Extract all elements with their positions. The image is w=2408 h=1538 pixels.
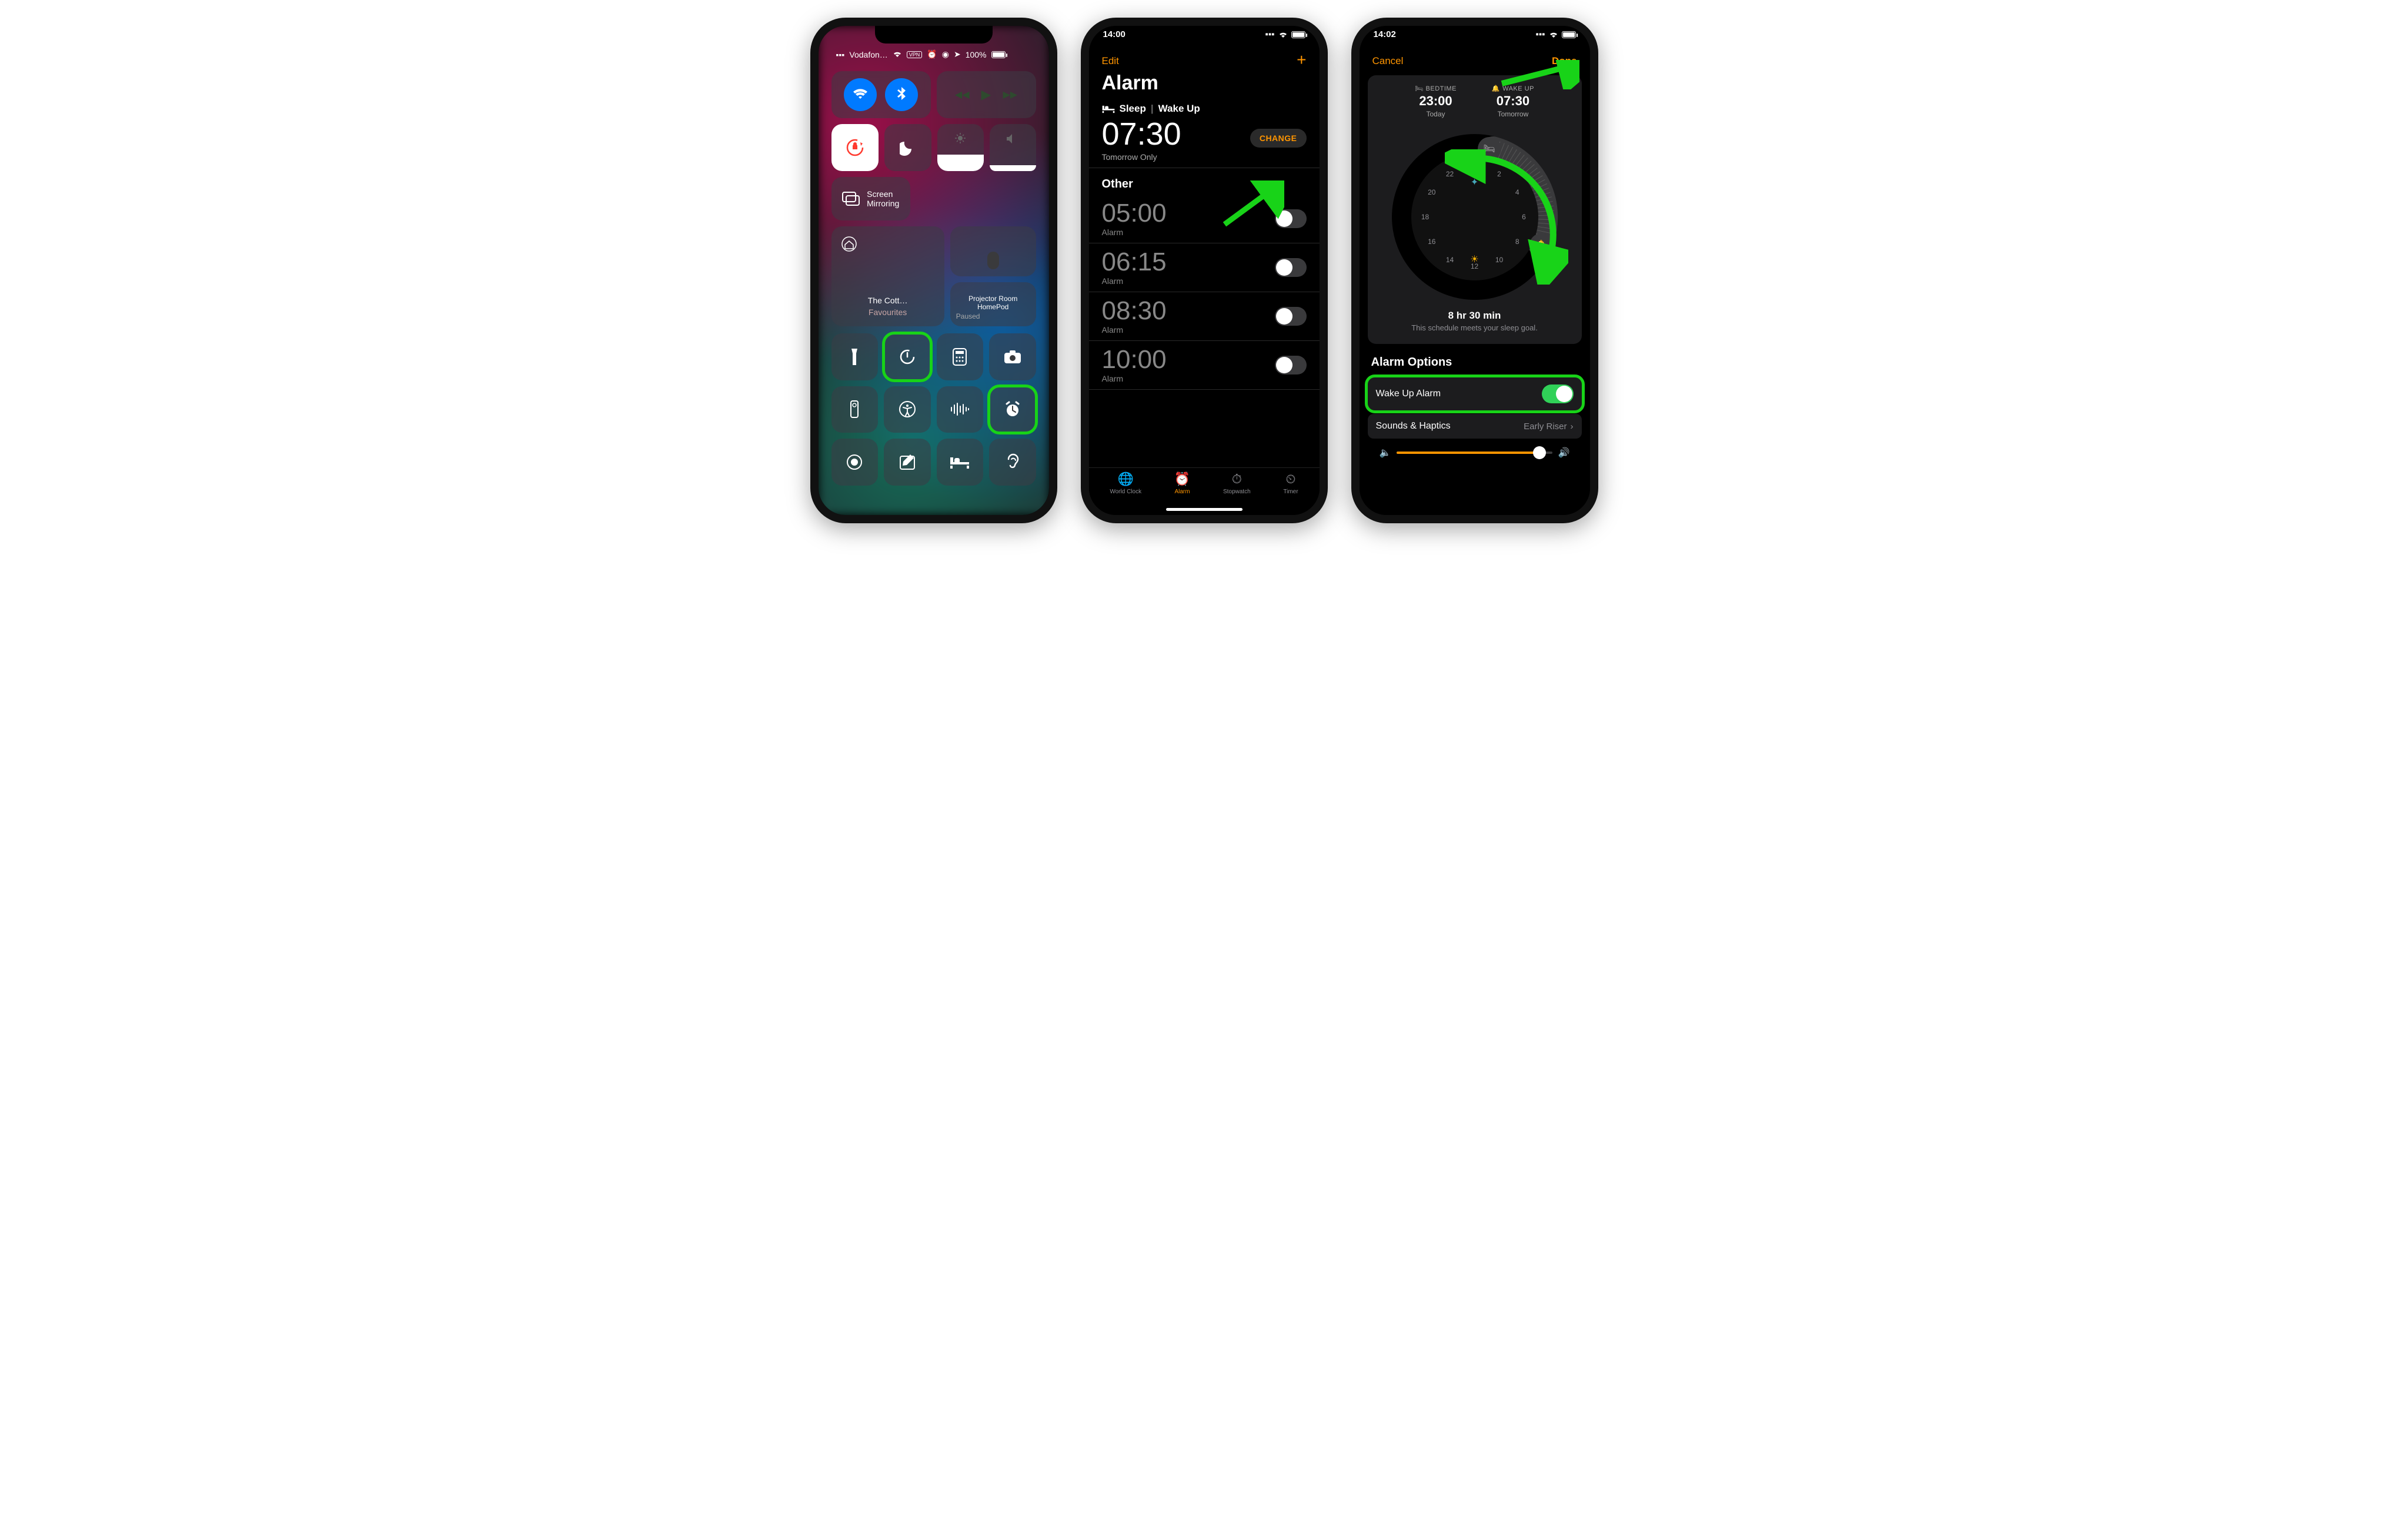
hearing-button[interactable] (989, 439, 1036, 486)
alarm-options-header: Alarm Options (1368, 356, 1582, 374)
wifi-toggle[interactable] (844, 78, 877, 111)
tab-world-clock[interactable]: 🌐World Clock (1110, 472, 1141, 495)
tab-timer[interactable]: ⏲Timer (1283, 472, 1298, 495)
phone-control-center: ▪▪▪ Vodafon… VPN ⏰ ◉ ➤ 100% (810, 18, 1057, 523)
volume-row[interactable]: 🔈 🔊 (1368, 441, 1582, 459)
alarm-clock-button[interactable] (989, 386, 1036, 433)
phone-edit-schedule: 14:02 ▪▪▪ Cancel Done 🛏BEDTIME 23:00 Tod… (1351, 18, 1598, 523)
edit-button[interactable]: Edit (1102, 55, 1119, 67)
alarm-row[interactable]: 08:30Alarm (1089, 292, 1320, 341)
chevron-right-icon: › (1571, 422, 1574, 432)
camera-button[interactable] (989, 333, 1036, 380)
tab-stopwatch[interactable]: ⏱Stopwatch (1223, 472, 1251, 495)
add-alarm-button[interactable]: + (1297, 55, 1306, 67)
bedtime-display: 🛏BEDTIME 23:00 Today (1415, 85, 1457, 118)
alarm-time: 05:00 (1102, 200, 1167, 226)
alarm-switch[interactable] (1275, 258, 1307, 277)
alarm-row[interactable]: 05:00 Alarm (1089, 195, 1320, 243)
volume-slider[interactable] (990, 124, 1036, 171)
clock-hour-label: 20 (1428, 188, 1435, 196)
wake-up-alarm-switch[interactable] (1542, 384, 1574, 403)
forward-icon[interactable]: ▶▶ (1003, 89, 1017, 101)
duration-label: 8 hr 30 min (1377, 310, 1572, 322)
alarm-row[interactable]: 06:15Alarm (1089, 243, 1320, 292)
change-button[interactable]: CHANGE (1250, 129, 1307, 148)
wake-up-alarm-row[interactable]: Wake Up Alarm (1368, 377, 1582, 410)
page-title: Alarm (1089, 67, 1320, 95)
projector-accessory[interactable]: Projector Room HomePod Paused (950, 282, 1036, 326)
orientation-lock[interactable] (831, 124, 879, 171)
accessibility-button[interactable] (884, 386, 931, 433)
alarm-label: Alarm (1102, 228, 1167, 237)
wake-up-alarm-label: Wake Up Alarm (1376, 389, 1441, 399)
location-icon: ➤ (954, 49, 961, 59)
phone-alarm-list: 14:00 ▪▪▪ Edit + Alarm Sleep | Wake Up 0… (1081, 18, 1328, 523)
annotation-curve-ring (1445, 149, 1568, 285)
wake-time: 07:30 (1102, 118, 1181, 150)
status-bar: ▪▪▪ Vodafon… VPN ⏰ ◉ ➤ 100% (831, 49, 1036, 59)
volume-high-icon: 🔊 (1558, 447, 1570, 459)
alarm-time: 10:00 (1102, 347, 1167, 373)
carrier-label: Vodafon… (849, 50, 887, 59)
tab-bar: 🌐World Clock ⏰Alarm ⏱Stopwatch ⏲Timer (1089, 467, 1320, 507)
bed-icon: 🛏 (1415, 85, 1423, 92)
tab-alarm[interactable]: ⏰Alarm (1174, 472, 1190, 495)
timer-button[interactable] (884, 333, 931, 380)
sleep-button[interactable] (937, 439, 984, 486)
annotation-arrow-change (1220, 180, 1284, 233)
notes-button[interactable] (884, 439, 931, 486)
sleep-section-header: Sleep | Wake Up (1089, 95, 1320, 115)
battery-pct: 100% (966, 50, 987, 59)
alarm-time: 08:30 (1102, 298, 1167, 324)
home-name: The Cott… (868, 296, 908, 305)
screen-mirroring-label: Screen Mirroring (867, 189, 899, 208)
apple-tv-remote-button[interactable] (831, 386, 879, 433)
wifi-icon (893, 50, 902, 59)
alarm-time: 06:15 (1102, 249, 1167, 275)
cancel-button[interactable]: Cancel (1372, 55, 1404, 67)
sounds-row[interactable]: Sounds & Haptics Early Riser› (1368, 414, 1582, 439)
duration-sub: This schedule meets your sleep goal. (1377, 323, 1572, 332)
alarm-label: Alarm (1102, 325, 1167, 335)
do-not-disturb[interactable] (884, 124, 931, 171)
alarm-switch[interactable] (1275, 307, 1307, 326)
volume-low-icon: 🔈 (1380, 447, 1391, 459)
alarm-label: Alarm (1102, 276, 1167, 286)
projector-status: Paused (956, 312, 980, 320)
screen-record-button[interactable] (831, 439, 879, 486)
alarm-label: Alarm (1102, 374, 1167, 383)
sounds-label: Sounds & Haptics (1376, 421, 1451, 432)
connectivity-module[interactable] (831, 71, 931, 118)
home-sub: Favourites (869, 307, 907, 317)
alarm-switch[interactable] (1275, 356, 1307, 375)
home-favourite[interactable]: The Cott… Favourites (831, 226, 944, 326)
status-time: 14:00 (1103, 29, 1125, 39)
rewind-icon[interactable]: ◀◀ (955, 89, 970, 101)
wakeup-display: 🔔WAKE UP 07:30 Tomorrow (1492, 85, 1534, 118)
clock-hour-label: 16 (1428, 238, 1435, 246)
annotation-arrow-done (1497, 60, 1579, 89)
projector-name: Projector Room HomePod (956, 295, 1030, 311)
flashlight-button[interactable] (831, 333, 879, 380)
wake-sub: Tomorrow Only (1102, 152, 1181, 162)
voice-memos-button[interactable] (937, 386, 984, 433)
alarm-status-icon: ⏰ (927, 49, 937, 59)
play-icon[interactable]: ▶ (981, 87, 991, 102)
alarm-row[interactable]: 10:00Alarm (1089, 341, 1320, 390)
media-controls[interactable]: ◀◀ ▶ ▶▶ (937, 71, 1036, 118)
status-time: 14:02 (1374, 29, 1396, 39)
clock-hour-label: 18 (1421, 213, 1429, 221)
calculator-button[interactable] (937, 333, 984, 380)
brightness-slider[interactable] (937, 124, 984, 171)
other-section-header: Other (1089, 168, 1320, 195)
bluetooth-toggle[interactable] (885, 78, 918, 111)
screen-mirroring[interactable]: Screen Mirroring (831, 177, 910, 220)
homepod-accessory[interactable] (950, 226, 1036, 276)
